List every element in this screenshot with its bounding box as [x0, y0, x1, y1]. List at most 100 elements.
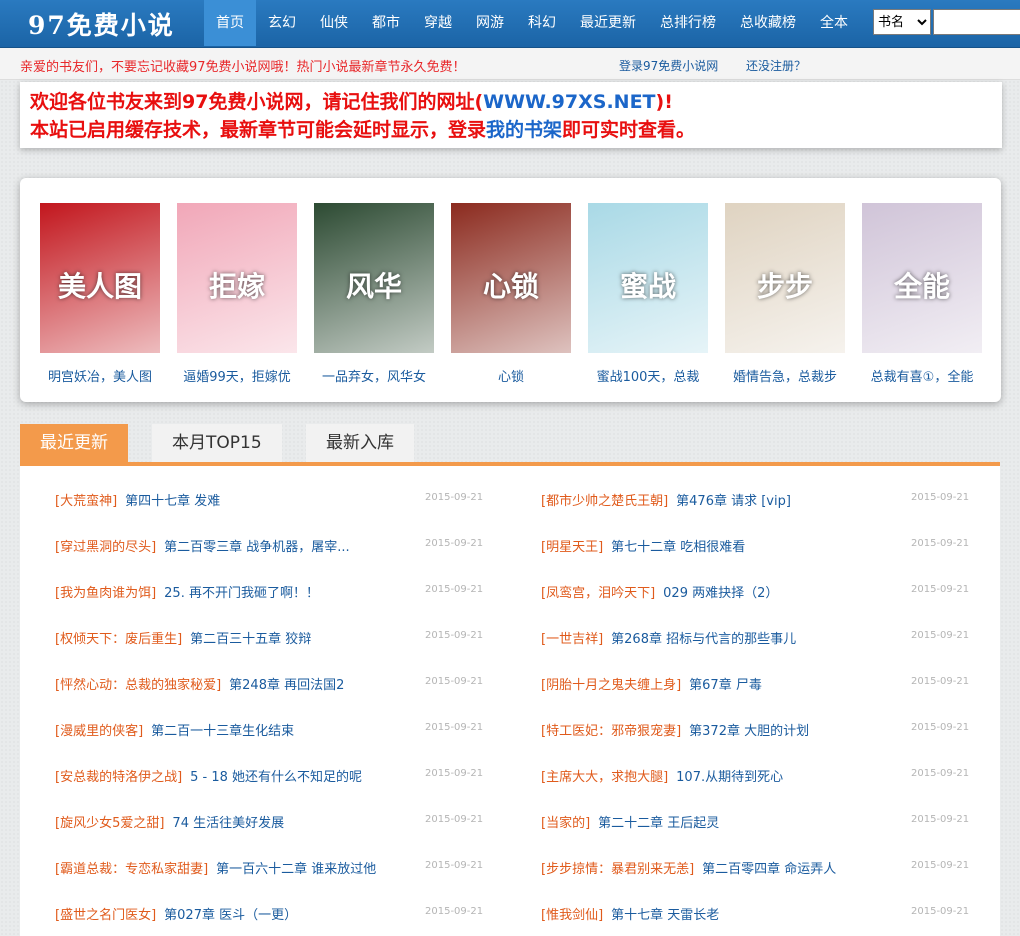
- featured-book[interactable]: 心锁 心锁: [451, 203, 571, 385]
- book-cover-image[interactable]: 拒嫁: [177, 203, 297, 353]
- book-name-link[interactable]: 心锁: [451, 366, 571, 385]
- featured-book[interactable]: 蜜战蜜战100天，总裁: [588, 203, 708, 385]
- book-category-link[interactable]: [霸道总裁：专恋私家甜妻]: [55, 862, 208, 877]
- chapter-link[interactable]: 第二百零四章 命运弄人: [702, 862, 836, 877]
- login-link[interactable]: 登录97免费小说网: [619, 57, 718, 74]
- nav-item[interactable]: 总收藏榜: [728, 0, 808, 46]
- chapter-link[interactable]: 第二十二章 王后起灵: [598, 816, 719, 831]
- welcome-text-2a: 本站已启用缓存技术，最新章节可能会延时显示，登录: [30, 119, 487, 141]
- book-cover-image[interactable]: 蜜战: [588, 203, 708, 353]
- update-date: 2015-09-21: [425, 584, 484, 595]
- register-link[interactable]: 还没注册？: [746, 57, 806, 74]
- book-category-link[interactable]: [凤鸾宫，泪吟天下]: [541, 586, 655, 601]
- book-cover-image[interactable]: 全能: [862, 203, 982, 353]
- book-category-link[interactable]: [一世吉祥]: [541, 632, 603, 647]
- featured-book[interactable]: 拒嫁逼婚99天，拒嫁优: [177, 203, 297, 385]
- update-row: [都市少帅之楚氏王朝] 第476章 请求 [vip]: [541, 490, 791, 510]
- chapter-link[interactable]: 第一百六十二章 谁来放过他: [216, 862, 376, 877]
- update-row: [特工医妃：邪帝狠宠妻] 第372章 大胆的计划: [541, 720, 809, 740]
- chapter-link[interactable]: 25. 再不开门我砸了啊！！: [164, 586, 319, 601]
- book-category-link[interactable]: [盛世之名门医女]: [55, 908, 156, 923]
- book-category-link[interactable]: [穿过黑洞的尽头]: [55, 540, 156, 555]
- book-category-link[interactable]: [特工医妃：邪帝狠宠妻]: [541, 724, 681, 739]
- book-name-link[interactable]: 一品弃女，风华女: [314, 366, 434, 385]
- book-category-link[interactable]: [权倾天下：废后重生]: [55, 632, 182, 647]
- bookshelf-link[interactable]: 我的书架: [486, 119, 562, 141]
- nav-item[interactable]: 最近更新: [568, 0, 648, 46]
- book-name-link[interactable]: 总裁有喜①，全能: [862, 366, 982, 385]
- book-category-link[interactable]: [旋风少女5爱之甜]: [55, 816, 164, 831]
- book-name-link[interactable]: 蜜战100天，总裁: [588, 366, 708, 385]
- nav-item[interactable]: 总排行榜: [648, 0, 728, 46]
- nav-item[interactable]: 穿越: [412, 0, 464, 46]
- book-category-link[interactable]: [主席大大，求抱大腿]: [541, 770, 668, 785]
- update-row: [惟我剑仙] 第十七章 天雷长老: [541, 904, 719, 924]
- book-category-link[interactable]: [明星天王]: [541, 540, 603, 555]
- search-input[interactable]: [933, 9, 1020, 35]
- chapter-link[interactable]: 第476章 请求 [vip]: [676, 494, 791, 509]
- chapter-link[interactable]: 第二百三十五章 狡辩: [190, 632, 311, 647]
- book-category-link[interactable]: [惟我剑仙]: [541, 908, 603, 923]
- nav-item[interactable]: 首页: [204, 0, 256, 46]
- update-date: 2015-09-21: [911, 860, 970, 871]
- chapter-link[interactable]: 第268章 招标与代言的那些事儿: [611, 632, 796, 647]
- book-cover-image[interactable]: 风华: [314, 203, 434, 353]
- nav-item[interactable]: 全本: [808, 0, 860, 46]
- book-cover-image[interactable]: 美人图: [40, 203, 160, 353]
- book-cover-image[interactable]: 心锁: [451, 203, 571, 353]
- book-cover-title: 蜜战: [619, 270, 676, 303]
- featured-book[interactable]: 步步婚情告急，总裁步: [725, 203, 845, 385]
- book-category-link[interactable]: [步步掠情：暴君别来无恙]: [541, 862, 694, 877]
- update-row: [安总裁的特洛伊之战] 5 - 18 她还有什么不知足的呢: [55, 766, 362, 786]
- book-category-link[interactable]: [大荒蛮神]: [55, 494, 117, 509]
- book-category-link[interactable]: [我为鱼肉谁为饵]: [55, 586, 156, 601]
- chapter-link[interactable]: 029 两难抉择（2）: [663, 586, 778, 601]
- update-date: 2015-09-21: [911, 492, 970, 503]
- update-date: 2015-09-21: [425, 768, 484, 779]
- update-date: 2015-09-21: [425, 860, 484, 871]
- welcome-line-1: 欢迎各位书友来到97免费小说网，请记住我们的网址(WWW.97XS.NET)!: [30, 88, 992, 116]
- featured-book[interactable]: 全能总裁有喜①，全能: [862, 203, 982, 385]
- book-name-link[interactable]: 明宫妖冶，美人图: [40, 366, 160, 385]
- chapter-link[interactable]: 第四十七章 发难: [125, 494, 220, 509]
- tab-month-top15[interactable]: 本月TOP15: [152, 424, 282, 462]
- nav-item[interactable]: 科幻: [516, 0, 568, 46]
- featured-book[interactable]: 美人图明宫妖冶，美人图: [40, 203, 160, 385]
- book-name-link[interactable]: 逼婚99天，拒嫁优: [177, 366, 297, 385]
- chapter-link[interactable]: 5 - 18 她还有什么不知足的呢: [190, 770, 362, 785]
- chapter-link[interactable]: 第七十二章 吃相很难看: [611, 540, 745, 555]
- nav-item[interactable]: 仙侠: [308, 0, 360, 46]
- book-category-link[interactable]: [漫威里的侠客]: [55, 724, 143, 739]
- book-cover-title: 步步: [756, 270, 813, 303]
- chapter-link[interactable]: 第67章 尸毒: [689, 678, 762, 693]
- chapter-link[interactable]: 74 生活往美好发展: [172, 816, 284, 831]
- chapter-link[interactable]: 第027章 医斗（一更）: [164, 908, 297, 923]
- book-cover-image[interactable]: 步步: [725, 203, 845, 353]
- nav-item[interactable]: 网游: [464, 0, 516, 46]
- book-category-link[interactable]: [都市少帅之楚氏王朝]: [541, 494, 668, 509]
- search-type-select[interactable]: 书名: [873, 9, 931, 35]
- site-url-link[interactable]: WWW.97XS.NET: [483, 91, 655, 113]
- featured-books-panel: 美人图 明宫妖冶，美人图 拒嫁 逼婚99天，拒嫁优 风华 一品弃女，风华女 心锁 心锁 蜜战 蜜战…: [20, 178, 1001, 402]
- nav-item[interactable]: 都市: [360, 0, 412, 46]
- site-logo[interactable]: 97免费小说: [28, 6, 175, 42]
- book-category-link[interactable]: [怦然心动：总裁的独家秘爱]: [55, 678, 221, 693]
- chapter-link[interactable]: 第372章 大胆的计划: [689, 724, 809, 739]
- update-date: 2015-09-21: [911, 814, 970, 825]
- update-date: 2015-09-21: [911, 906, 970, 917]
- chapter-link[interactable]: 第二百零三章 战争机器，屠宰...: [164, 540, 350, 555]
- featured-book[interactable]: 风华一品弃女，风华女: [314, 203, 434, 385]
- book-name-link[interactable]: 婚情告急，总裁步: [725, 366, 845, 385]
- tab-recent-updates[interactable]: 最近更新: [20, 424, 128, 462]
- chapter-link[interactable]: 第十七章 天雷长老: [611, 908, 719, 923]
- book-category-link[interactable]: [当家的]: [541, 816, 590, 831]
- update-row: [盛世之名门医女] 第027章 医斗（一更）: [55, 904, 297, 924]
- chapter-link[interactable]: 第248章 再回法国2: [229, 678, 344, 693]
- chapter-link[interactable]: 第二百一十三章生化结束: [151, 724, 294, 739]
- nav-item[interactable]: 玄幻: [256, 0, 308, 46]
- tab-new-arrivals[interactable]: 最新入库: [306, 424, 414, 462]
- book-category-link[interactable]: [阴胎十月之鬼夫缠上身]: [541, 678, 681, 693]
- chapter-link[interactable]: 107.从期待到死心: [676, 770, 783, 785]
- update-date: 2015-09-21: [911, 630, 970, 641]
- book-category-link[interactable]: [安总裁的特洛伊之战]: [55, 770, 182, 785]
